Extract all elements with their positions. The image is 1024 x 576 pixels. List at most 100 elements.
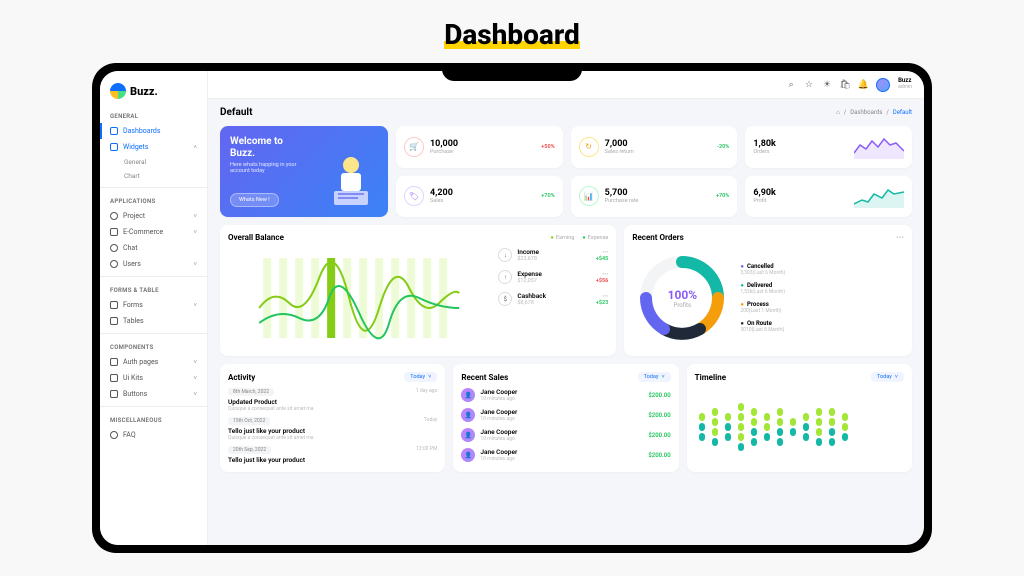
avatar-icon: 👤: [461, 428, 475, 442]
sales-filter[interactable]: Today˅: [638, 372, 671, 382]
timeline-filter[interactable]: Today˅: [871, 372, 904, 382]
expense-icon: ↑: [498, 270, 512, 284]
more-icon[interactable]: •••: [896, 233, 904, 242]
sidebar-item-widgets[interactable]: Widgets ˄: [100, 139, 207, 155]
sidebar-subitem-chart[interactable]: Chart: [100, 169, 207, 183]
brand-name: Buzz.: [130, 85, 158, 98]
sidebar-item-project[interactable]: Project˅: [100, 208, 207, 224]
dots-icon[interactable]: •••: [596, 249, 608, 256]
chevron-down-icon: ˅: [193, 359, 197, 366]
stat-label: Sales: [430, 198, 535, 204]
chevron-down-icon: ˅: [193, 302, 197, 309]
dots-icon[interactable]: •••: [596, 271, 608, 278]
product-title: Dashboard: [444, 18, 580, 51]
sidebar: Buzz. GENERAL Dashboards Widgets ˄ Gener…: [100, 71, 208, 545]
stat-salesreturn: ↻ 7,000Sales return -20%: [571, 126, 738, 168]
faq-icon: [110, 431, 118, 439]
sales-item: 👤Jane Cooper10 minutes ago$200.00: [461, 408, 670, 422]
orders-donut: 100% Profits: [632, 248, 732, 348]
card-title: Activity: [228, 373, 255, 382]
chat-icon: [110, 244, 118, 252]
stat-change: +70%: [716, 193, 729, 199]
user-menu[interactable]: Buzz admin: [898, 78, 912, 90]
sales-list: 👤Jane Cooper10 minutes ago$200.00 👤Jane …: [461, 388, 670, 462]
welcome-illustration: [316, 145, 386, 215]
section-misc: MISCELLANEOUS: [100, 411, 207, 427]
bell-icon[interactable]: 🔔: [858, 80, 868, 90]
page-header: Default ⌂/ Dashboards/ Default: [208, 99, 924, 126]
sidebar-item-forms[interactable]: Forms˅: [100, 297, 207, 313]
donut-percent: 100%: [668, 288, 698, 302]
sidebar-item-tables[interactable]: Tables: [100, 313, 207, 329]
divider: [100, 276, 207, 277]
nav-label: FAQ: [123, 431, 136, 439]
rate-icon: 📊: [579, 186, 599, 206]
sidebar-item-users[interactable]: Users˅: [100, 256, 207, 272]
cart-icon: [110, 228, 118, 236]
legend-cancelled: Cancelled3,303(Last 6 Month): [740, 263, 904, 276]
crumb-dashboards[interactable]: Dashboards: [850, 109, 882, 116]
chevron-down-icon: ˅: [193, 261, 197, 268]
card-title: Overall Balance: [228, 233, 284, 242]
stat-change: +50%: [541, 144, 554, 150]
theme-icon[interactable]: ☀: [822, 80, 832, 90]
sidebar-item-dashboards[interactable]: Dashboards: [100, 123, 207, 139]
sales-item: 👤Jane Cooper10 minutes ago$200.00: [461, 428, 670, 442]
sidebar-item-ecommerce[interactable]: E-Commerce˅: [100, 224, 207, 240]
sidebar-item-buttons[interactable]: Buttons˅: [100, 386, 207, 402]
legend-earning: Earning: [551, 235, 575, 241]
card-title: Recent Orders: [632, 233, 683, 242]
balance-breakdown: ↓ Income$22,678 •••+$45 ↑ Expense$12,057…: [498, 248, 608, 348]
stat-label: Purchase rate: [605, 198, 710, 204]
main-area: ⌕ ☆ ☀ 🛍 🔔 Buzz admin Default ⌂/ Dashboar…: [208, 71, 924, 545]
search-icon[interactable]: ⌕: [786, 80, 796, 90]
stat-value: 4,200: [430, 188, 535, 198]
project-icon: [110, 212, 118, 220]
chevron-down-icon: ˅: [661, 374, 664, 380]
sidebar-item-authpages[interactable]: Auth pages˅: [100, 354, 207, 370]
bottom-row: Activity Today˅ 8th March, 20221 day ago…: [220, 364, 912, 472]
stat-label: Profit: [753, 198, 848, 204]
shield-icon: [110, 358, 118, 366]
avatar-icon: 👤: [461, 388, 475, 402]
home-icon: [110, 127, 118, 135]
stat-profit: 6,90kProfit: [745, 176, 912, 218]
widgets-icon: [110, 143, 118, 151]
users-icon: [110, 260, 118, 268]
activity-filter[interactable]: Today˅: [404, 372, 437, 382]
stat-label: Purchase: [430, 149, 535, 155]
avatar[interactable]: [876, 78, 890, 92]
sidebar-item-faq[interactable]: FAQ: [100, 427, 207, 443]
activity-item: 20th Sep, 202212:00 PM Tello just like y…: [228, 446, 437, 464]
nav-label: Dashboards: [123, 127, 160, 135]
card-title: Timeline: [695, 373, 726, 382]
balance-income: ↓ Income$22,678 •••+$45: [498, 248, 608, 262]
dots-icon[interactable]: •••: [596, 293, 608, 300]
chevron-down-icon: ˅: [428, 374, 431, 380]
home-icon[interactable]: ⌂: [836, 109, 840, 116]
activity-item: 15th Oct, 2022Today Tello just like your…: [228, 417, 437, 441]
crumb-current: Default: [893, 109, 912, 116]
sidebar-item-uikits[interactable]: Ui Kits˅: [100, 370, 207, 386]
divider: [100, 333, 207, 334]
divider: [100, 187, 207, 188]
stat-label: Orders: [753, 149, 848, 155]
device-frame: Buzz. GENERAL Dashboards Widgets ˄ Gener…: [92, 63, 932, 553]
legend-onroute: On Route3010(Last 8 Month): [740, 320, 904, 333]
sidebar-subitem-general[interactable]: General: [100, 155, 207, 169]
chevron-down-icon: ˅: [193, 391, 197, 398]
sidebar-item-chat[interactable]: Chat: [100, 240, 207, 256]
cart-icon: 🛒: [404, 137, 424, 157]
sparkline-icon: [854, 135, 904, 159]
balance-legend: Earning Expense: [551, 235, 609, 241]
whats-new-button[interactable]: Whats New !: [230, 193, 279, 207]
legend-expense: Expense: [582, 235, 608, 241]
chevron-down-icon: ˅: [193, 229, 197, 236]
brand-logo[interactable]: Buzz.: [100, 79, 207, 107]
user-role: admin: [898, 85, 912, 91]
forms-icon: [110, 301, 118, 309]
star-icon[interactable]: ☆: [804, 80, 814, 90]
cart-icon[interactable]: 🛍: [840, 80, 850, 90]
recent-sales-card: Recent Sales Today˅ 👤Jane Cooper10 minut…: [453, 364, 678, 472]
stat-purchaserate: 📊 5,700Purchase rate +70%: [571, 176, 738, 218]
